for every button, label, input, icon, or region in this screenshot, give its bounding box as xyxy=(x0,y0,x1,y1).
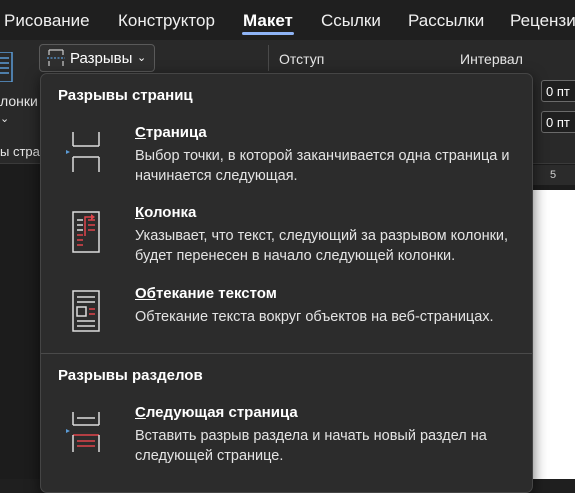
indent-label: Отступ xyxy=(279,51,325,67)
breaks-icon xyxy=(47,49,65,66)
chevron-down-icon: ⌄ xyxy=(137,52,147,64)
text-wrapping-break-description: Обтекание текста вокруг объектов на веб-… xyxy=(135,309,494,325)
section-breaks-header: Разрывы разделов xyxy=(58,367,203,384)
spacing-before-input[interactable]: 0 пт xyxy=(541,80,575,102)
breaks-dropdown-menu: Разрывы страниц Страница Выбор точки, в … xyxy=(40,73,533,493)
spacing-label: Интервал xyxy=(460,51,523,67)
text-wrapping-break-item[interactable]: Обтекание текстом Обтекание текста вокру… xyxy=(41,285,532,335)
tab-references[interactable]: Ссылки xyxy=(321,11,381,31)
page-break-item[interactable]: Страница Выбор точки, в которой заканчив… xyxy=(41,124,532,184)
chevron-down-icon[interactable]: ⌄ xyxy=(0,112,9,125)
spacing-after-input[interactable]: 0 пт xyxy=(541,111,575,133)
column-break-description: Указывает, что текст, следующий за разры… xyxy=(135,228,509,264)
tab-review[interactable]: Рецензи xyxy=(510,11,575,31)
next-page-section-break-description: Вставить разрыв раздела и начать новый р… xyxy=(135,428,487,464)
tab-draw[interactable]: Рисование xyxy=(4,11,90,31)
text-wrapping-break-icon xyxy=(72,290,100,332)
column-break-icon xyxy=(72,211,100,253)
tab-mailings[interactable]: Рассылки xyxy=(408,11,484,31)
page-break-description: Выбор точки, в которой заканчивается одн… xyxy=(135,148,510,184)
ruler-number: 5 xyxy=(550,169,557,181)
columns-button-label[interactable]: лонки xyxy=(0,93,38,109)
menu-divider xyxy=(41,353,532,354)
next-page-section-break-title: Следующая страница xyxy=(135,404,298,421)
page-breaks-header: Разрывы страниц xyxy=(58,87,193,104)
column-break-title: Колонка xyxy=(135,204,197,221)
ribbon-tab-bar: Рисование Конструктор Макет Ссылки Рассы… xyxy=(0,0,575,40)
text-wrapping-break-title: Обтекание текстом xyxy=(135,285,277,302)
active-tab-indicator xyxy=(242,32,294,35)
next-page-section-break-icon xyxy=(66,412,100,452)
tab-layout[interactable]: Макет xyxy=(243,11,293,31)
group-separator xyxy=(268,45,269,71)
columns-icon[interactable] xyxy=(0,52,14,82)
page-break-title: Страница xyxy=(135,124,207,141)
column-break-item[interactable]: Колонка Указывает, что текст, следующий … xyxy=(41,204,532,264)
breaks-button[interactable]: Разрывы ⌄ xyxy=(39,44,155,72)
next-page-section-break-item[interactable]: Следующая страница Вставить разрыв разде… xyxy=(41,404,532,464)
document-page[interactable] xyxy=(530,190,575,479)
tab-design[interactable]: Конструктор xyxy=(118,11,215,31)
breaks-button-label: Разрывы xyxy=(70,50,133,67)
page-break-icon xyxy=(66,132,100,172)
